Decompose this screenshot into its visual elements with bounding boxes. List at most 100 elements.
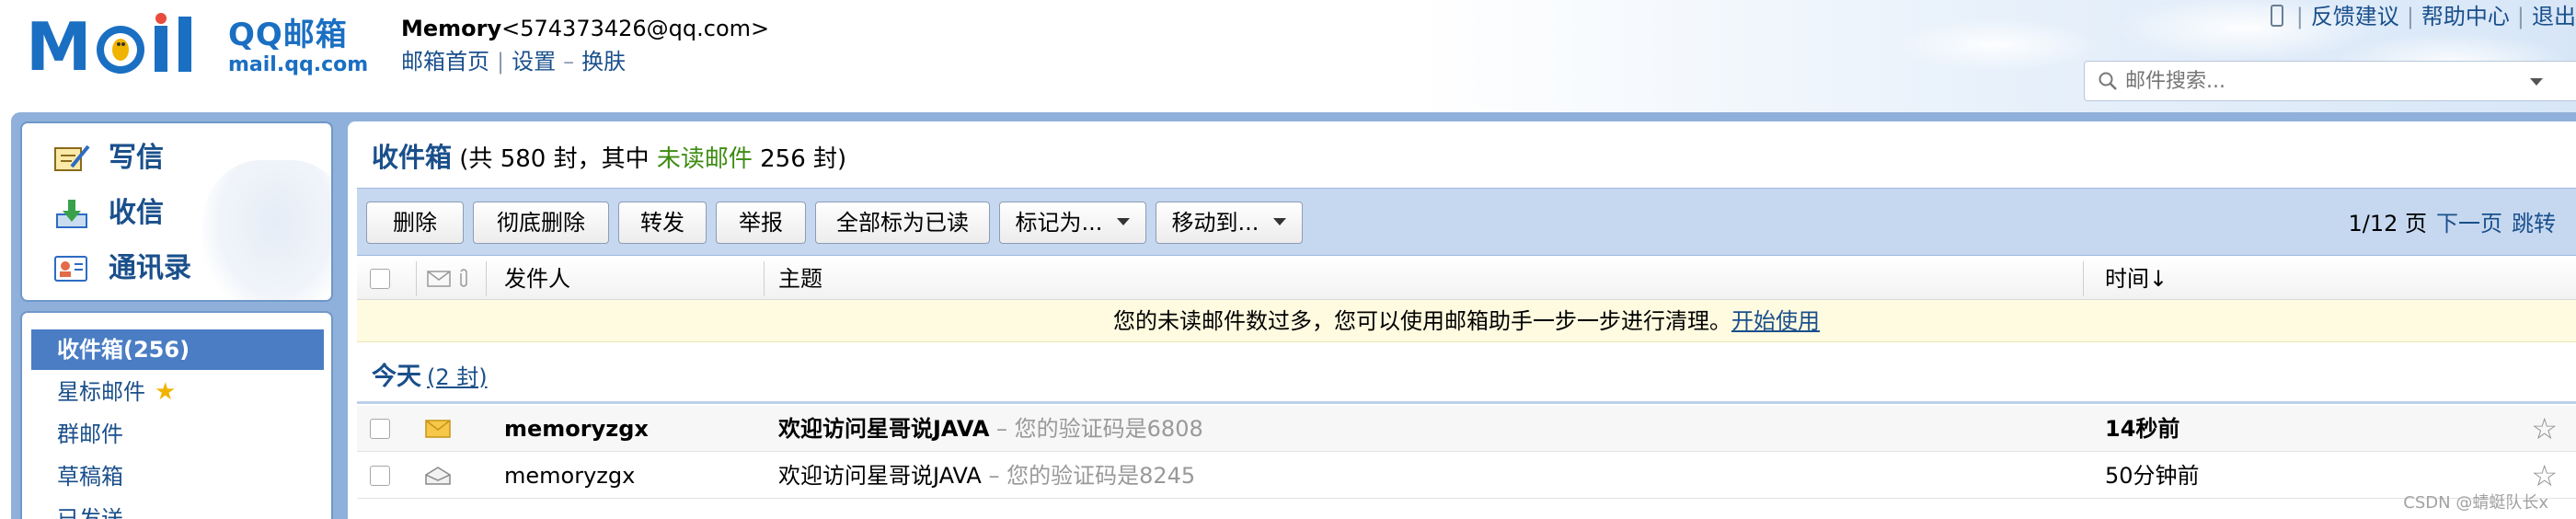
sender-column-header[interactable]: 发件人: [504, 258, 570, 300]
group-label: 今天: [372, 363, 421, 391]
next-page-link[interactable]: 下一页: [2436, 211, 2502, 236]
mail-count-prefix: (共 580 封，其中: [459, 145, 650, 173]
star-toggle-icon[interactable]: ☆: [2531, 406, 2558, 452]
folder-list: 收件箱(256) 星标邮件 ★ 群邮件 草稿箱 已发送: [20, 311, 333, 519]
page-indicator: 1/12 页: [2348, 211, 2427, 236]
column-header: 发件人 主题 时间↓: [357, 258, 2576, 300]
folder-label: 星标邮件: [57, 379, 145, 405]
subject-column-header[interactable]: 主题: [778, 258, 822, 300]
mail-checkbox[interactable]: [370, 466, 390, 486]
home-link[interactable]: 邮箱首页: [401, 49, 489, 75]
time-column-header[interactable]: 时间↓: [2105, 258, 2168, 300]
contacts-label: 通讯录: [109, 252, 191, 284]
mark-as-dropdown[interactable]: 标记为...: [999, 202, 1146, 244]
feedback-link[interactable]: 反馈建议: [2311, 4, 2399, 29]
column-divider: [416, 261, 417, 296]
mail-row[interactable]: memoryzgx 欢迎访问星哥说JAVA – 您的验证码是8245 50分钟前…: [357, 453, 2576, 499]
user-info: Memory<574373426@qq.com>: [401, 15, 769, 42]
mail-logo-icon[interactable]: M: [26, 13, 219, 79]
forward-button[interactable]: 转发: [618, 202, 707, 244]
user-email: <574373426@qq.com>: [501, 16, 770, 41]
unread-cleanup-notice: 您的未读邮件数过多，您可以使用邮箱助手一步一步进行清理。开始使用: [357, 300, 2576, 342]
folder-starred[interactable]: 星标邮件 ★: [31, 372, 324, 412]
jump-page-link[interactable]: 跳转: [2512, 211, 2556, 236]
mail-toolbar: 删除 彻底删除 转发 举报 全部标为已读 标记为... 移动到... 1/12 …: [357, 188, 2576, 256]
mail-preview: – 您的验证码是6808: [989, 416, 1203, 442]
mail-subject[interactable]: 欢迎访问星哥说JAVA – 您的验证码是8245: [778, 453, 1195, 499]
mail-time: 50分钟前: [2105, 463, 2200, 489]
mail-subject-text: 欢迎访问星哥说JAVA: [778, 416, 990, 442]
separator: |: [2406, 4, 2414, 29]
folder-inbox[interactable]: 收件箱(256): [31, 329, 324, 370]
logo-title: QQ邮箱: [228, 17, 348, 53]
settings-link[interactable]: 设置: [512, 49, 556, 75]
mail-count-suffix: 256 封): [760, 145, 847, 173]
folder-label: 已发送: [57, 506, 123, 519]
skin-link[interactable]: 换肤: [581, 49, 626, 75]
receive-button[interactable]: 收信: [53, 193, 164, 234]
separator: |: [497, 49, 505, 75]
mail-time: 14秒前: [2105, 416, 2180, 442]
separator: |: [2516, 4, 2524, 29]
column-divider: [764, 261, 765, 296]
chevron-down-icon: [1117, 218, 1131, 225]
logo-url: mail.qq.com: [228, 53, 369, 76]
report-button[interactable]: 举报: [716, 202, 806, 244]
mail-sender: memoryzgx: [504, 463, 636, 489]
logout-link[interactable]: 退出: [2532, 4, 2576, 29]
help-link[interactable]: 帮助中心: [2421, 4, 2510, 29]
mail-search[interactable]: [2084, 61, 2576, 101]
mail-row[interactable]: memoryzgx 欢迎访问星哥说JAVA – 您的验证码是6808 14秒前 …: [357, 406, 2576, 452]
notice-text: 您的未读邮件数过多，您可以使用邮箱助手一步一步进行清理。: [1113, 308, 1731, 334]
user-name: Memory: [401, 16, 502, 41]
inbox-main: 收件箱 (共 580 封，其中 未读邮件 256 封) 删除 彻底删除 转发 举…: [348, 121, 2576, 519]
csdn-watermark: CSDN @蜻蜓队长x: [2403, 493, 2548, 513]
move-to-label: 移动到...: [1171, 210, 1259, 236]
folder-label: 群邮件: [57, 421, 123, 447]
chevron-down-icon: [1273, 218, 1287, 225]
unread-envelope-icon: [425, 420, 451, 438]
header-links: 邮箱首页 | 设置 – 换肤: [401, 48, 626, 75]
group-divider: [357, 401, 2576, 404]
mark-as-label: 标记为...: [1015, 210, 1103, 236]
attachment-icon: [460, 269, 467, 287]
logo-text: QQ邮箱 mail.qq.com: [228, 17, 368, 77]
mail-preview: – 您的验证码是8245: [981, 463, 1196, 489]
search-dropdown-icon[interactable]: [2530, 78, 2543, 86]
permanent-delete-button[interactable]: 彻底删除: [473, 202, 609, 244]
envelope-icon: [427, 271, 451, 287]
group-count-link[interactable]: (2 封): [427, 364, 488, 390]
contacts-button[interactable]: 通讯录: [53, 248, 191, 289]
compose-button[interactable]: 写信: [53, 138, 164, 179]
top-header: M QQ邮箱 mail.qq.com Memory<574373426@qq.c…: [0, 0, 2576, 112]
receive-icon: [56, 200, 87, 228]
mail-subject-text: 欢迎访问星哥说JAVA: [778, 463, 982, 489]
mail-sender: memoryzgx: [504, 416, 649, 442]
compose-icon: [54, 144, 90, 171]
mark-all-read-button[interactable]: 全部标为已读: [815, 202, 990, 244]
folder-label: 收件箱(256): [57, 337, 190, 363]
mail-subject[interactable]: 欢迎访问星哥说JAVA – 您的验证码是6808: [778, 406, 1203, 452]
phone-icon[interactable]: [2270, 5, 2283, 27]
pagination: 1/12 页下一页 跳转: [2348, 209, 2556, 238]
start-cleanup-link[interactable]: 开始使用: [1731, 308, 1820, 334]
separator: |: [2295, 4, 2304, 29]
compose-label: 写信: [109, 142, 164, 174]
receive-label: 收信: [109, 197, 164, 229]
folder-drafts[interactable]: 草稿箱: [31, 456, 324, 497]
move-to-dropdown[interactable]: 移动到...: [1156, 202, 1303, 244]
search-icon: [2099, 72, 2117, 90]
select-all-checkbox[interactable]: [370, 269, 390, 289]
penguin-watermark-icon: [202, 160, 331, 300]
search-input[interactable]: [2125, 67, 2530, 95]
unread-mail-link[interactable]: 未读邮件: [657, 145, 753, 173]
column-divider: [2083, 261, 2084, 296]
folder-sent[interactable]: 已发送: [31, 499, 324, 519]
mail-checkbox[interactable]: [370, 419, 390, 439]
delete-button[interactable]: 删除: [366, 202, 464, 244]
separator: –: [563, 49, 575, 75]
column-divider: [486, 261, 487, 296]
folder-group-mail[interactable]: 群邮件: [31, 414, 324, 455]
folder-label: 草稿箱: [57, 464, 123, 490]
group-today: 今天 (2 封): [372, 359, 488, 396]
